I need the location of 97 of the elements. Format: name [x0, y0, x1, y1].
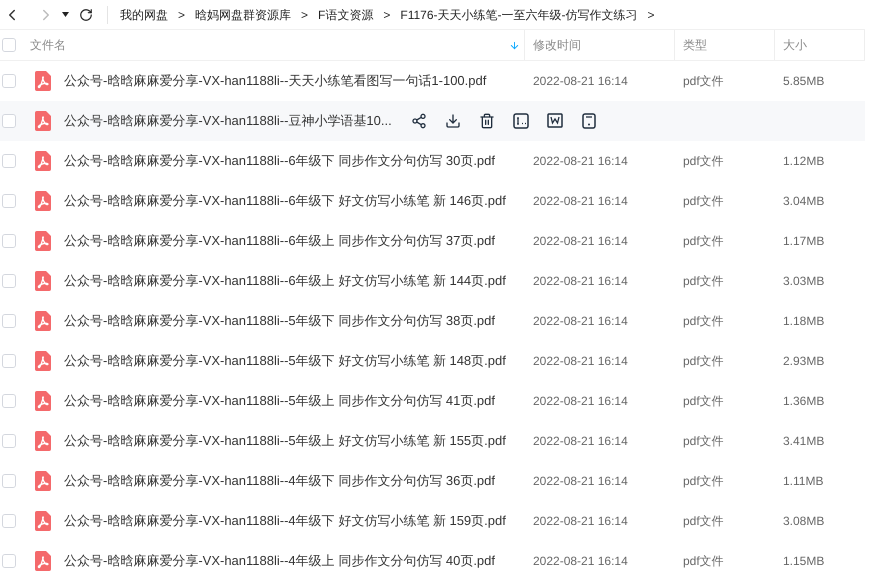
file-size: 1.18MB — [782, 313, 824, 330]
file-type: pdf文件 — [682, 393, 725, 410]
file-name[interactable]: 公众号-晗晗麻麻爱分享-VX-han1188li--5年级下 同步作文分句仿写 38页.pdf — [64, 311, 496, 331]
file-type: pdf文件 — [682, 433, 725, 450]
pdf-file-icon — [35, 271, 51, 291]
file-size: 5.85MB — [782, 73, 824, 90]
file-size: 1.11MB — [782, 473, 824, 490]
delete-icon[interactable] — [478, 112, 496, 130]
file-name[interactable]: 公众号-晗晗麻麻爱分享-VX-han1188li--5年级下 好文仿写小练笔 新 148页.pdf — [64, 351, 506, 371]
modified-time: 2022-08-21 16:14 — [532, 473, 629, 490]
checkbox[interactable] — [2, 234, 16, 248]
file-size: 3.08MB — [782, 513, 824, 530]
pdf-file-icon — [35, 391, 51, 411]
checkbox[interactable] — [2, 38, 16, 52]
pdf-file-icon — [35, 231, 51, 251]
checkbox[interactable] — [2, 394, 16, 408]
pdf-file-icon — [35, 351, 51, 371]
checkbox[interactable] — [2, 194, 16, 208]
modified-time: 2022-08-21 16:14 — [532, 153, 629, 170]
modified-time: 2022-08-21 16:14 — [532, 353, 629, 370]
file-type: pdf文件 — [682, 153, 725, 170]
breadcrumb-link[interactable]: F1176-天天小练笔-一至六年级-仿写作文练习 — [400, 6, 638, 24]
pdf-file-icon — [35, 311, 51, 331]
modified-time: 2022-08-21 16:14 — [532, 513, 629, 530]
checkbox[interactable] — [2, 554, 16, 568]
document-icon[interactable] — [546, 112, 564, 130]
file-name[interactable]: 公众号-晗晗麻麻爱分享-VX-han1188li--天天小练笔看图写一句话1-100.pdf — [64, 71, 486, 91]
file-size: 3.41MB — [782, 433, 824, 450]
file-type: pdf文件 — [682, 513, 725, 530]
file-size: 3.04MB — [782, 193, 824, 210]
modified-time: 2022-08-21 16:14 — [532, 233, 629, 250]
file-name[interactable]: 公众号-晗晗麻麻爱分享-VX-han1188li--6年级上 同步作文分句仿写 37页.pdf — [64, 231, 496, 251]
file-name[interactable]: 公众号-晗晗麻麻爱分享-VX-han1188li--6年级上 好文仿写小练笔 新 144页.pdf — [64, 271, 506, 291]
modified-time: 2022-08-21 16:14 — [532, 313, 629, 330]
file-type: pdf文件 — [682, 193, 725, 210]
file-type: pdf文件 — [682, 553, 725, 570]
modified-time: 2022-08-21 16:14 — [532, 393, 629, 410]
pdf-file-icon — [35, 431, 51, 451]
breadcrumb-link[interactable]: 晗妈网盘群资源库 — [195, 6, 292, 24]
pdf-file-icon — [35, 551, 51, 571]
modified-time: 2022-08-21 16:14 — [532, 73, 629, 90]
modified-time: 2022-08-21 16:14 — [532, 433, 629, 450]
file-type: pdf文件 — [682, 73, 725, 90]
checkbox[interactable] — [2, 474, 16, 488]
column-header[interactable]: 大小 — [783, 36, 864, 54]
column-header[interactable]: 类型 — [683, 36, 774, 54]
file-name[interactable]: 公众号-晗晗麻麻爱分享-VX-han1188li--4年级上 同步作文分句仿写 40页.pdf — [64, 551, 496, 571]
file-type: pdf文件 — [682, 473, 725, 490]
checkbox[interactable] — [2, 434, 16, 448]
file-name[interactable]: 公众号-晗晗麻麻爱分享-VX-han1188li--6年级下 同步作文分句仿写 30页.pdf — [64, 151, 496, 171]
modified-time: 2022-08-21 16:14 — [532, 553, 629, 570]
sort-arrow-icon[interactable] — [509, 40, 520, 50]
checkbox[interactable] — [2, 354, 16, 368]
file-name[interactable]: 公众号-晗晗麻麻爱分享-VX-han1188li--4年级下 好文仿写小练笔 新 159页.pdf — [64, 511, 506, 531]
modified-time: 2022-08-21 16:14 — [532, 273, 629, 290]
file-size: 3.03MB — [782, 273, 824, 290]
text-box-icon[interactable] — [512, 112, 530, 130]
modified-time: 2022-08-21 16:14 — [532, 193, 629, 210]
file-size: 1.15MB — [782, 553, 824, 570]
breadcrumb-link[interactable]: 我的网盘 — [120, 6, 168, 24]
checkbox[interactable] — [2, 114, 16, 128]
pdf-file-icon — [35, 471, 51, 491]
pdf-file-icon — [35, 511, 51, 531]
breadcrumb-separator: > — [648, 6, 655, 24]
file-type: pdf文件 — [682, 233, 725, 250]
file-row-hovered[interactable]: 公众号-晗晗麻麻爱分享-VX-han1188li--豆神小学语基10... — [0, 101, 865, 141]
checkbox[interactable] — [2, 74, 16, 88]
file-name[interactable]: 公众号-晗晗麻麻爱分享-VX-han1188li--6年级下 好文仿写小练笔 新 146页.pdf — [64, 191, 506, 211]
file-size: 1.17MB — [782, 233, 824, 250]
file-name[interactable]: 公众号-晗晗麻麻爱分享-VX-han1188li--5年级上 好文仿写小练笔 新 155页.pdf — [64, 431, 506, 451]
column-header[interactable]: 修改时间 — [533, 36, 674, 54]
breadcrumb-separator: > — [301, 6, 308, 24]
pdf-file-icon — [35, 191, 51, 211]
checkbox[interactable] — [2, 154, 16, 168]
file-size: 2.93MB — [782, 353, 824, 370]
column-header[interactable]: 文件名 — [30, 36, 509, 54]
pdf-file-icon — [35, 71, 51, 91]
file-name[interactable]: 公众号-晗晗麻麻爱分享-VX-han1188li--豆神小学语基10... — [64, 111, 392, 131]
share-icon[interactable] — [410, 112, 428, 130]
download-icon[interactable] — [444, 112, 462, 130]
breadcrumb-link[interactable]: F语文资源 — [318, 6, 374, 24]
pdf-file-icon — [35, 111, 51, 131]
breadcrumb-separator: > — [178, 6, 186, 24]
file-type: pdf文件 — [682, 353, 725, 370]
checkbox[interactable] — [2, 314, 16, 328]
file-name[interactable]: 公众号-晗晗麻麻爱分享-VX-han1188li--4年级下 同步作文分句仿写 36页.pdf — [64, 471, 496, 491]
file-type: pdf文件 — [682, 313, 725, 330]
file-type: pdf文件 — [682, 273, 725, 290]
tablet-icon[interactable] — [580, 112, 598, 130]
breadcrumb-separator: > — [383, 6, 390, 24]
checkbox[interactable] — [2, 274, 16, 288]
pdf-file-icon — [35, 151, 51, 171]
checkbox[interactable] — [2, 514, 16, 528]
file-size: 1.12MB — [782, 153, 824, 170]
dropdown-caret-icon[interactable] — [62, 12, 69, 17]
file-name[interactable]: 公众号-晗晗麻麻爱分享-VX-han1188li--5年级上 同步作文分句仿写 41页.pdf — [64, 391, 496, 411]
file-size: 1.36MB — [782, 393, 824, 410]
